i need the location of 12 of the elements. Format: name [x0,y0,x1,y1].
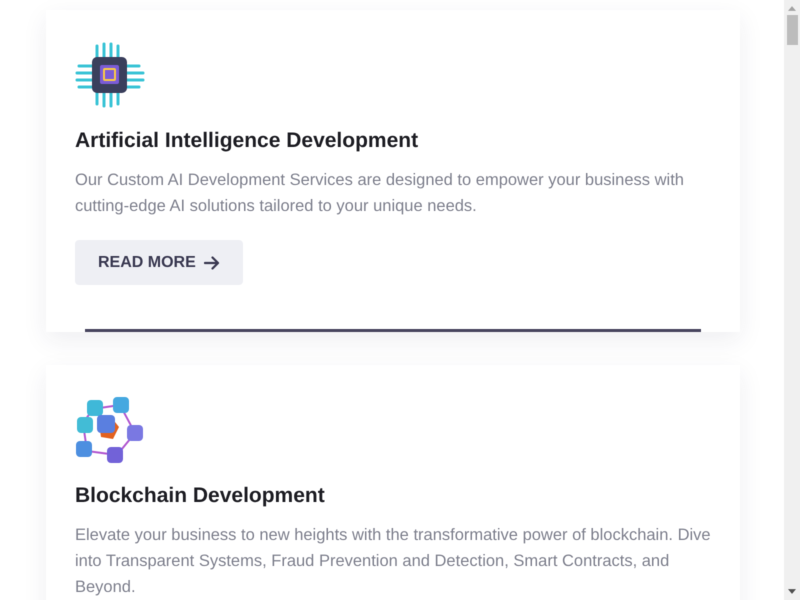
scroll-up-icon[interactable] [788,6,796,11]
scroll-thumb[interactable] [786,15,798,45]
card-description: Our Custom AI Development Services are designed to empower your business with cutting-edge AI solutions tailored to your unique needs. [75,170,685,217]
card-title: Artificial Intelligence Development [75,128,420,154]
card-title: Blockchain Development [75,483,326,509]
card-description: Elevate your business to new heights with the transformative power of blockchain. Dive into Transparent Systems, Fraud Prevention and Detection, Smart Contracts, and Beyond. [75,525,711,598]
arrow-right-icon [204,256,220,270]
chip-icon [75,40,145,110]
read-more-button[interactable]: READ MORE [75,240,243,285]
cube-network-icon [75,395,145,465]
scroll-down-icon[interactable] [788,589,796,594]
scrollbar[interactable] [784,0,800,600]
